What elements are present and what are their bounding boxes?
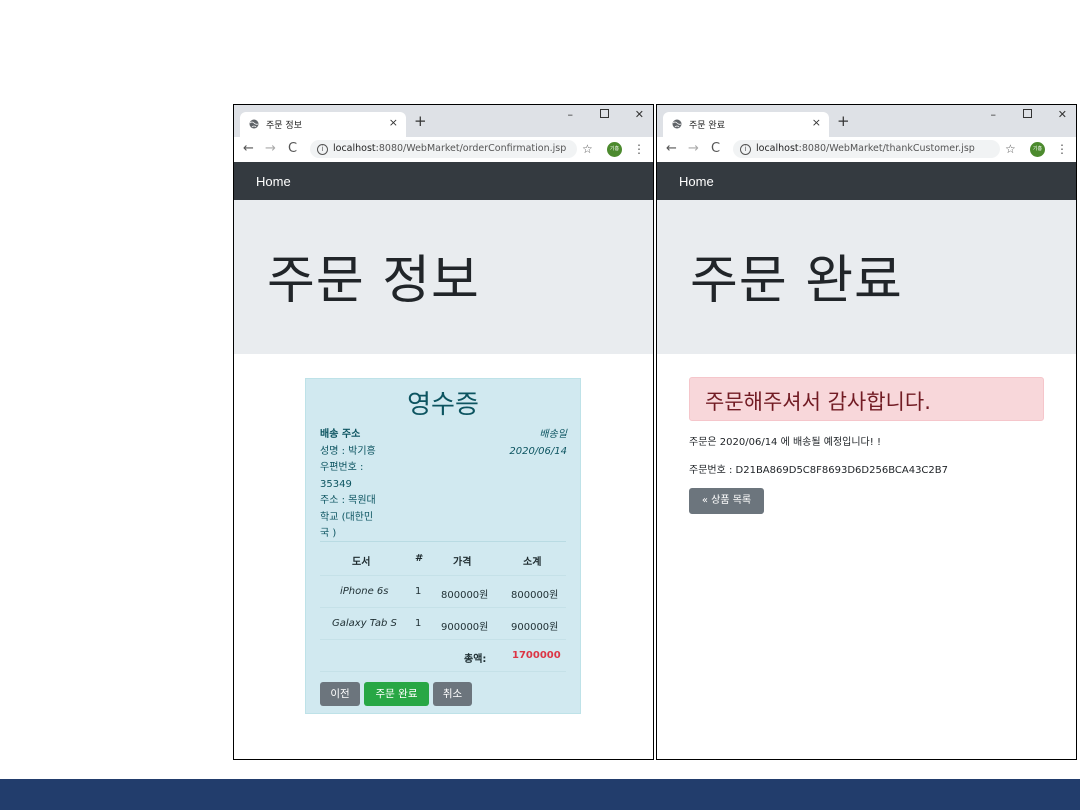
receipt-card: 영수증 배송 주소 성명 : 박기흥 우편번호 : 35349 주소 : 목원대… (305, 378, 581, 714)
order-number: 주문번호 : D21BA869D5C8F8693D6D256BCA43C2B7 (689, 465, 948, 476)
info-icon[interactable]: i (740, 144, 751, 155)
site-navbar: Home (657, 162, 1076, 200)
prev-button[interactable]: 이전 (320, 682, 360, 706)
item-subtotal: 900000원 (511, 622, 559, 633)
item-subtotal: 800000원 (511, 590, 559, 601)
site-navbar: Home (234, 162, 653, 200)
tab-title: 주문 정보 (266, 121, 302, 131)
browser-window-order-info: 주문 정보 × + – ✕ ← → C i localhost:8080/Web… (233, 104, 654, 760)
menu-icon[interactable]: ⋮ (1056, 141, 1068, 157)
bookmark-star-icon[interactable]: ☆ (582, 141, 593, 157)
reload-icon[interactable]: C (711, 141, 720, 157)
globe-icon (249, 119, 259, 129)
maximize-icon[interactable] (600, 108, 609, 122)
back-icon[interactable]: ← (243, 141, 254, 157)
new-tab-icon[interactable]: + (414, 114, 427, 129)
browser-window-order-complete: 주문 완료 × + – ✕ ← → C i localhost:8080/Web… (656, 104, 1077, 760)
slide-footer-bar (0, 779, 1080, 810)
col-header-price: 가격 (453, 557, 472, 568)
address-bar: ← → C i localhost:8080/WebMarket/orderCo… (234, 137, 653, 163)
ship-date: 2020/06/14 (509, 445, 567, 457)
window-close-icon[interactable]: ✕ (635, 108, 644, 122)
item-name: iPhone 6s (340, 586, 389, 597)
profile-avatar[interactable]: 기흥 (1030, 142, 1045, 157)
page-title: 주문 완료 (690, 251, 903, 311)
url-host: localhost (756, 143, 799, 154)
total-value: 1700000 (512, 650, 561, 661)
product-list-button[interactable]: « 상품 목록 (689, 488, 764, 514)
back-icon[interactable]: ← (666, 141, 677, 157)
address-bar: ← → C i localhost:8080/WebMarket/thankCu… (657, 137, 1076, 163)
browser-tab[interactable]: 주문 완료 × (663, 112, 829, 137)
tab-strip: 주문 정보 × + – ✕ (234, 105, 653, 137)
total-label: 총액: (464, 654, 487, 665)
url-input[interactable]: i localhost:8080/WebMarket/thankCustomer… (733, 140, 1000, 158)
url-text: localhost:8080/WebMarket/orderConfirmati… (333, 143, 566, 154)
tab-close-icon[interactable]: × (812, 116, 821, 129)
item-price: 900000원 (441, 622, 489, 633)
alert-text: 주문해주셔서 감사합니다. (705, 390, 931, 414)
minimize-icon[interactable]: – (991, 108, 997, 122)
shipping-notice: 주문은 2020/06/14 에 배송될 예정입니다! ! (689, 437, 881, 448)
shipping-address: 배송 주소 성명 : 박기흥 우편번호 : 35349 주소 : 목원대 학교 … (320, 427, 390, 543)
maximize-icon[interactable] (1023, 108, 1032, 122)
new-tab-icon[interactable]: + (837, 114, 850, 129)
url-path: :8080/WebMarket/thankCustomer.jsp (798, 143, 975, 154)
address-line: 주소 : 목원대 (320, 495, 376, 506)
url-path: :8080/WebMarket/orderConfirmation.jsp (375, 143, 567, 154)
jumbotron: 주문 완료 (657, 200, 1076, 354)
address-line: 학교 (대한민 (320, 511, 374, 523)
divider (320, 541, 566, 542)
address-line: 성명 : 박기흥 (320, 445, 376, 457)
browser-tab[interactable]: 주문 정보 × (240, 112, 406, 137)
item-price: 800000원 (441, 590, 489, 601)
tab-strip: 주문 완료 × + – ✕ (657, 105, 1076, 137)
info-icon[interactable]: i (317, 144, 328, 155)
page-title: 주문 정보 (267, 251, 480, 311)
item-qty: 1 (415, 618, 422, 629)
reload-icon[interactable]: C (288, 141, 297, 157)
ship-label: 배송일 (539, 429, 567, 440)
divider (320, 671, 566, 672)
nav-home-link[interactable]: Home (256, 174, 291, 189)
url-input[interactable]: i localhost:8080/WebMarket/orderConfirma… (310, 140, 577, 158)
globe-icon (672, 119, 682, 129)
col-header-book: 도서 (352, 557, 371, 568)
address-heading: 배송 주소 (320, 429, 361, 440)
nav-home-link[interactable]: Home (679, 174, 714, 189)
minimize-icon[interactable]: – (568, 108, 574, 122)
item-qty: 1 (415, 586, 422, 597)
menu-icon[interactable]: ⋮ (633, 141, 645, 157)
address-line: 우편번호 : (320, 462, 364, 473)
col-header-subtotal: 소계 (523, 557, 542, 568)
divider (320, 575, 566, 576)
item-name: Galaxy Tab S (332, 618, 397, 629)
complete-order-button[interactable]: 주문 완료 (364, 682, 429, 706)
tab-title: 주문 완료 (689, 121, 725, 131)
bookmark-star-icon[interactable]: ☆ (1005, 141, 1016, 157)
shipping-date-block: 배송일 2020/06/14 (509, 427, 567, 460)
forward-icon[interactable]: → (688, 141, 699, 157)
receipt-title: 영수증 (407, 390, 479, 420)
profile-avatar[interactable]: 기흥 (607, 142, 622, 157)
forward-icon[interactable]: → (265, 141, 276, 157)
jumbotron: 주문 정보 (234, 200, 653, 354)
window-close-icon[interactable]: ✕ (1058, 108, 1067, 122)
divider (320, 607, 566, 608)
tab-close-icon[interactable]: × (389, 116, 398, 129)
address-line: 35349 (320, 478, 352, 490)
col-header-qty: # (415, 553, 424, 564)
cancel-button[interactable]: 취소 (433, 682, 472, 706)
divider (320, 639, 566, 640)
url-text: localhost:8080/WebMarket/thankCustomer.j… (756, 143, 975, 154)
thanks-alert: 주문해주셔서 감사합니다. (689, 377, 1044, 421)
url-host: localhost (333, 143, 376, 154)
